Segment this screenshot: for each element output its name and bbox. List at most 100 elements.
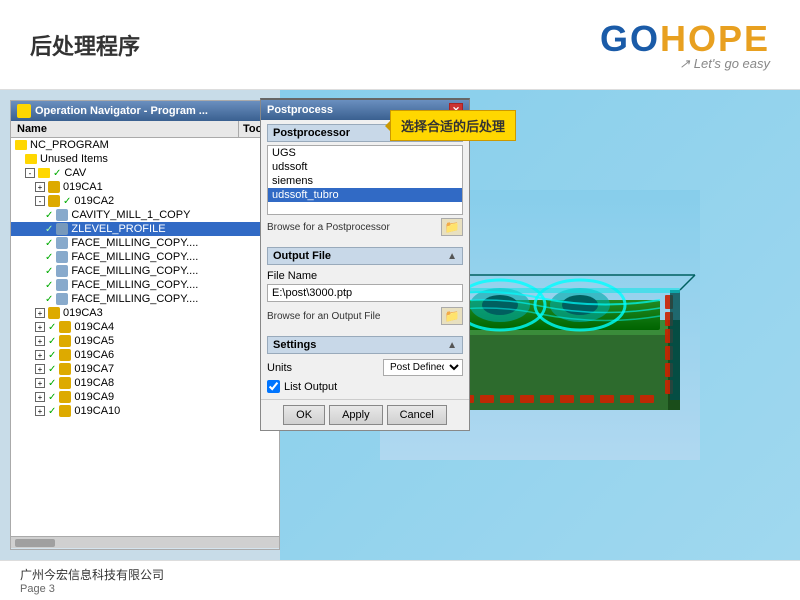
file-name-input[interactable] xyxy=(267,284,463,302)
expand-icon[interactable]: + xyxy=(35,308,45,318)
list-item[interactable]: ✓ FACE_MILLING_COPY.... xyxy=(11,250,279,264)
postprocess-dialog: Postprocess ✕ Postprocessor ▲ UGS udssof… xyxy=(260,98,470,431)
check-icon: ✓ xyxy=(48,322,56,333)
op-icon xyxy=(56,293,68,305)
horizontal-scrollbar[interactable] xyxy=(11,536,279,548)
check-icon: ✓ xyxy=(45,252,53,263)
check-icon: ✓ xyxy=(48,406,56,417)
list-item[interactable]: ✓ FACE_MILLING_COPY.... xyxy=(11,292,279,306)
op-icon xyxy=(59,391,71,403)
list-item[interactable]: + ✓ 019CA9 xyxy=(11,390,279,404)
expand-icon[interactable]: - xyxy=(25,168,35,178)
expand-icon[interactable]: + xyxy=(35,182,45,192)
op-icon xyxy=(59,321,71,333)
file-name-label: File Name xyxy=(267,268,463,284)
pp-item-udssoft[interactable]: udssoft xyxy=(268,160,462,174)
item-label: FACE_MILLING_COPY.... xyxy=(71,265,198,277)
check-icon: ✓ xyxy=(63,196,71,207)
item-label: ZLEVEL_PROFILE xyxy=(71,223,165,235)
logo-area: GOHOPE ↗ Let's go easy xyxy=(600,18,770,72)
page-title: 后处理程序 xyxy=(30,29,140,61)
main-content: Operation Navigator - Program ... Name T… xyxy=(0,90,800,560)
folder-icon xyxy=(38,168,50,178)
expand-icon[interactable]: + xyxy=(35,406,45,416)
list-item[interactable]: + 019CA3 xyxy=(11,306,279,320)
list-item[interactable]: Unused Items xyxy=(11,152,279,166)
scrollbar-thumb[interactable] xyxy=(15,539,55,547)
op-icon xyxy=(56,251,68,263)
list-item[interactable]: ✓ ZLEVEL_PROFILE xyxy=(11,222,279,236)
logo-hope: HOPE xyxy=(660,18,770,59)
check-icon: ✓ xyxy=(45,238,53,249)
item-label: CAV xyxy=(64,167,86,179)
pp-item-tubro[interactable]: udssoft_tubro xyxy=(268,188,462,202)
list-item[interactable]: - ✓ CAV xyxy=(11,166,279,180)
expand-icon[interactable]: - xyxy=(35,196,45,206)
output-file-section-header: Output File ▲ xyxy=(267,247,463,265)
callout-text: 选择合适的后处理 xyxy=(401,119,505,134)
item-label: FACE_MILLING_COPY.... xyxy=(71,237,198,249)
expand-icon[interactable]: + xyxy=(35,336,45,346)
list-item[interactable]: + ✓ 019CA10 xyxy=(11,404,279,418)
postprocessor-list[interactable]: UGS udssoft siemens udssoft_tubro xyxy=(267,145,463,215)
op-icon xyxy=(59,349,71,361)
list-item[interactable]: ✓ FACE_MILLING_COPY.... xyxy=(11,264,279,278)
apply-button[interactable]: Apply xyxy=(329,405,383,425)
browse-output-button[interactable]: 📁 xyxy=(441,307,463,325)
list-item[interactable]: + ✓ 019CA6 xyxy=(11,348,279,362)
expand-icon[interactable]: + xyxy=(35,350,45,360)
item-label: FACE_MILLING_COPY.... xyxy=(71,293,198,305)
item-label: 019CA8 xyxy=(74,377,114,389)
expand-icon[interactable]: + xyxy=(35,364,45,374)
footer: 广州今宏信息科技有限公司 Page 3 xyxy=(0,560,800,600)
navigator-columns: Name Too xyxy=(11,121,279,138)
op-icon xyxy=(48,307,60,319)
list-item[interactable]: ✓ FACE_MILLING_COPY.... xyxy=(11,278,279,292)
expand-icon[interactable]: + xyxy=(35,392,45,402)
list-item[interactable]: ✓ FACE_MILLING_COPY.... xyxy=(11,236,279,250)
browse-output-row: Browse for an Output File 📁 xyxy=(267,304,463,328)
list-item[interactable]: + ✓ 019CA4 xyxy=(11,320,279,334)
item-label: NC_PROGRAM xyxy=(30,139,109,151)
list-item[interactable]: + ✓ 019CA5 xyxy=(11,334,279,348)
list-item[interactable]: NC_PROGRAM xyxy=(11,138,279,152)
cancel-button[interactable]: Cancel xyxy=(387,405,447,425)
logo: GOHOPE xyxy=(600,18,770,60)
pp-item-ugs[interactable]: UGS xyxy=(268,146,462,160)
check-icon: ✓ xyxy=(53,168,61,179)
op-icon xyxy=(56,237,68,249)
op-icon xyxy=(48,195,60,207)
collapse-icon[interactable]: ▲ xyxy=(447,251,457,262)
footer-company: 广州今宏信息科技有限公司 xyxy=(20,566,780,583)
browse-postprocessor-button[interactable]: 📁 xyxy=(441,218,463,236)
navigator-title-bar: Operation Navigator - Program ... xyxy=(11,101,279,121)
navigator-icon xyxy=(17,104,31,118)
list-item[interactable]: + 019CA1 xyxy=(11,180,279,194)
list-item[interactable]: + ✓ 019CA8 xyxy=(11,376,279,390)
check-icon: ✓ xyxy=(48,350,56,361)
item-label: FACE_MILLING_COPY.... xyxy=(71,251,198,263)
browse-postprocessor-row: Browse for a Postprocessor 📁 xyxy=(267,215,463,239)
expand-icon[interactable]: + xyxy=(35,322,45,332)
postprocessor-label: Postprocessor xyxy=(273,127,350,139)
op-icon xyxy=(56,209,68,221)
check-icon: ✓ xyxy=(45,266,53,277)
collapse-icon[interactable]: ▲ xyxy=(447,340,457,351)
ok-button[interactable]: OK xyxy=(283,405,325,425)
units-select[interactable]: Post Defined Metric Inches xyxy=(383,359,463,376)
item-label: 019CA10 xyxy=(74,405,120,417)
check-icon: ✓ xyxy=(48,392,56,403)
settings-label: Settings xyxy=(273,339,316,351)
expand-icon[interactable]: + xyxy=(35,378,45,388)
list-item[interactable]: - ✓ 019CA2 xyxy=(11,194,279,208)
list-output-checkbox[interactable] xyxy=(267,380,280,393)
item-label: 019CA5 xyxy=(74,335,114,347)
item-label: 019CA1 xyxy=(63,181,103,193)
list-item[interactable]: ✓ CAVITY_MILL_1_COPY xyxy=(11,208,279,222)
list-item[interactable]: + ✓ 019CA7 xyxy=(11,362,279,376)
item-label: 019CA9 xyxy=(74,391,114,403)
output-file-section: Output File ▲ File Name Browse for an Ou… xyxy=(261,243,469,332)
check-icon: ✓ xyxy=(45,210,53,221)
pp-item-siemens[interactable]: siemens xyxy=(268,174,462,188)
callout-tooltip: 选择合适的后处理 xyxy=(390,110,516,141)
